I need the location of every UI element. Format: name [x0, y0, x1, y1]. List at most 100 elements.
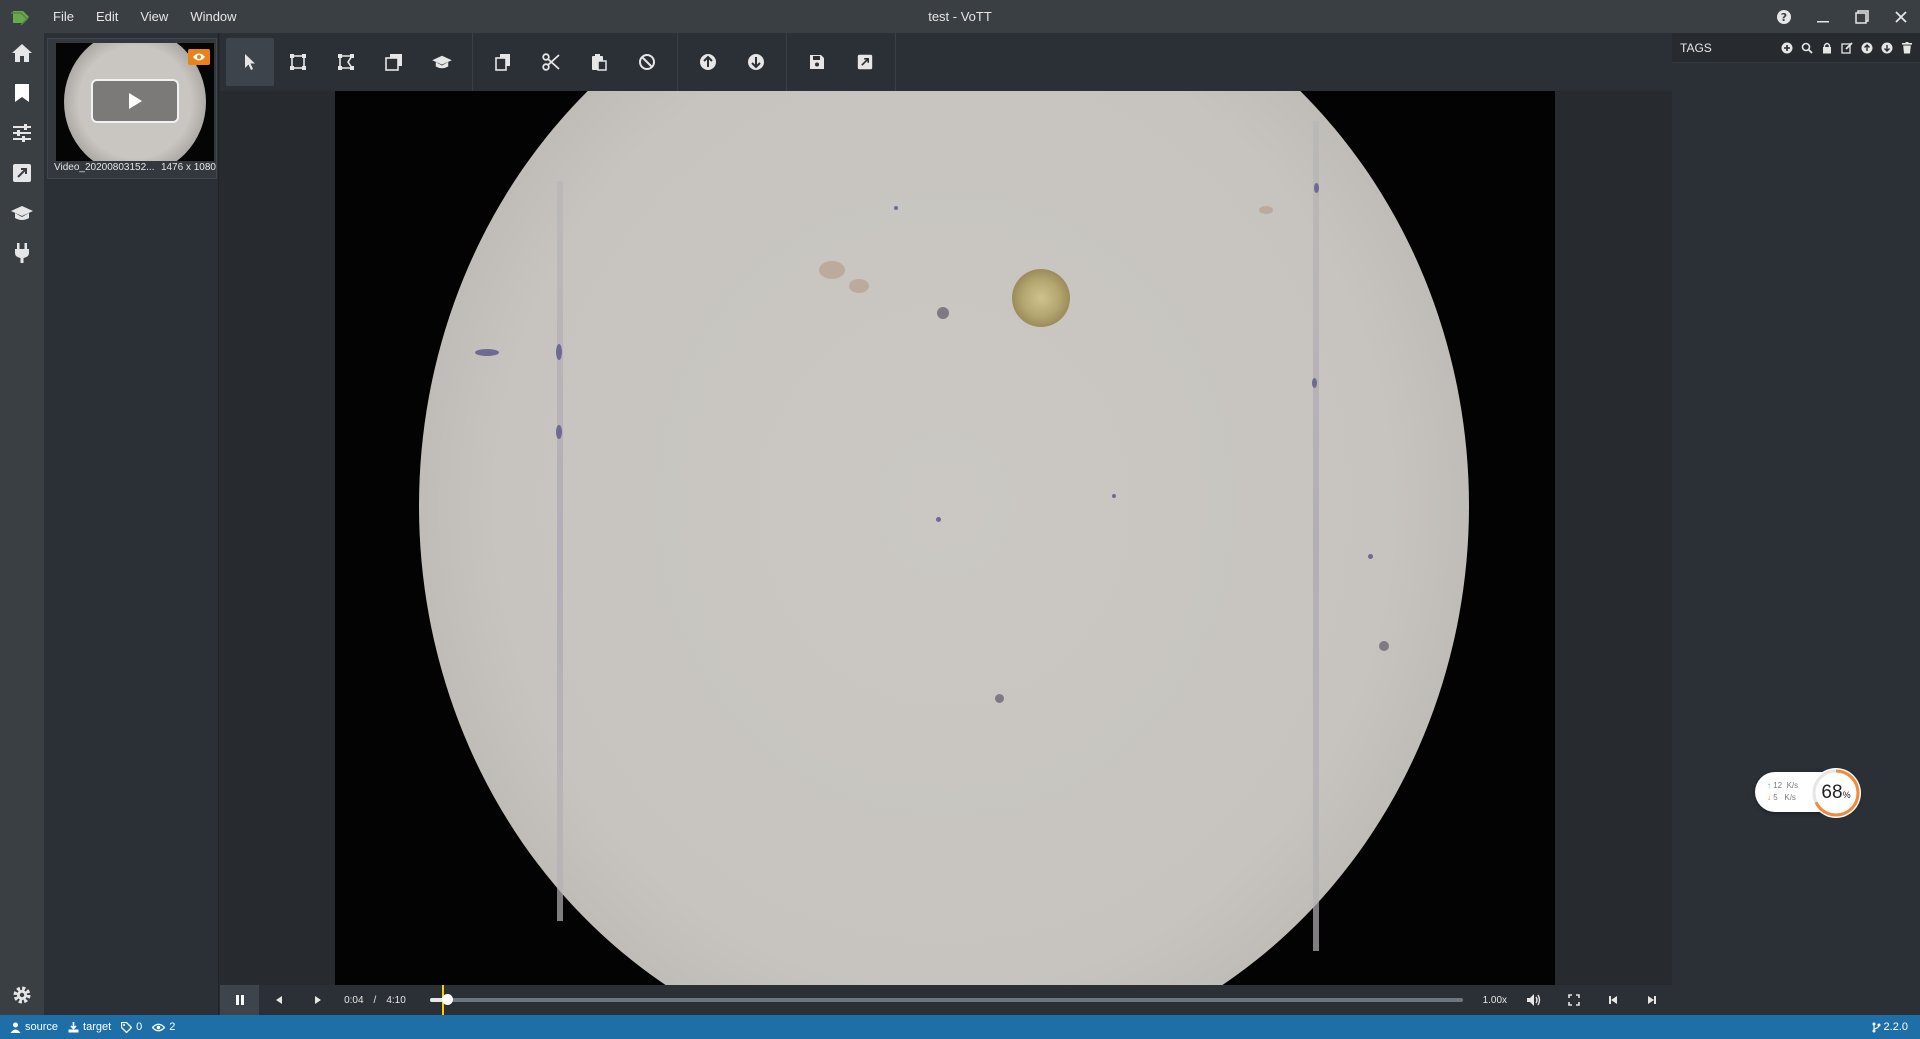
add-tag-icon[interactable]: [1780, 41, 1794, 55]
specimen-speck: [849, 279, 869, 293]
export-project-button[interactable]: [841, 38, 889, 86]
help-icon[interactable]: ?: [1764, 0, 1803, 33]
asset-panel: Video_20200803152... 1476 x 1080: [44, 33, 219, 1015]
close-button[interactable]: [1881, 0, 1920, 33]
export-icon[interactable]: [0, 153, 44, 193]
specimen-speck: [1368, 554, 1373, 559]
menu-window[interactable]: Window: [179, 0, 247, 33]
menu-edit[interactable]: Edit: [85, 0, 129, 33]
status-bar: source target 0 2 2.2.0: [0, 1015, 1920, 1039]
previous-frame-icon[interactable]: [1593, 985, 1632, 1015]
bookmark-icon[interactable]: [0, 73, 44, 113]
volume-icon[interactable]: [1515, 985, 1554, 1015]
seek-bar[interactable]: [429, 985, 1464, 1015]
asset-card[interactable]: Video_20200803152... 1476 x 1080: [47, 38, 217, 179]
download-rate: ↓ 5 K/s: [1767, 792, 1798, 804]
draw-polygon-button[interactable]: [322, 38, 370, 86]
active-learning-button[interactable]: [418, 38, 466, 86]
title-bar: File Edit View Window test - VoTT ?: [0, 0, 1920, 33]
visited-count: 2: [152, 1021, 175, 1033]
upload-value: 12: [1773, 781, 1783, 790]
previous-asset-button[interactable]: [684, 38, 732, 86]
cut-regions-button[interactable]: [527, 38, 575, 86]
specimen-speck: [1314, 183, 1319, 193]
save-project-button[interactable]: [793, 38, 841, 86]
slide-stripe: [557, 181, 563, 921]
search-tag-icon[interactable]: [1800, 41, 1814, 55]
tags-header: TAGS: [1672, 33, 1920, 63]
toolbar-group-navigate: [684, 33, 787, 91]
copy-regions-button[interactable]: [479, 38, 527, 86]
specimen-speck: [556, 425, 562, 439]
specimen-speck: [1312, 378, 1317, 388]
draw-rectangle-button[interactable]: [274, 38, 322, 86]
visited-count-value: 2: [169, 1021, 176, 1033]
lock-tag-icon[interactable]: [1820, 41, 1834, 55]
version-info: 2.2.0: [1872, 1015, 1908, 1039]
network-rates: ↑ 12 K/s ↓ 5 K/s: [1755, 780, 1798, 804]
next-frame-icon[interactable]: [1633, 985, 1672, 1015]
visited-eye-icon: [188, 49, 210, 65]
source-connection[interactable]: source: [10, 1021, 58, 1033]
tag-toolbar: [1780, 41, 1914, 55]
sliders-icon[interactable]: [0, 113, 44, 153]
specimen-speck: [894, 206, 898, 210]
playback-speed[interactable]: 1.00x: [1475, 995, 1514, 1006]
download-icon: [68, 1021, 79, 1032]
toolbar-group-file: [793, 33, 896, 91]
pause-button[interactable]: [220, 985, 260, 1015]
plug-icon[interactable]: [0, 233, 44, 273]
network-speed-widget[interactable]: ↑ 12 K/s ↓ 5 K/s 68%: [1755, 768, 1861, 818]
specimen-speck: [937, 307, 949, 319]
memory-usage-percent: 68%: [1821, 782, 1850, 804]
delete-tag-icon[interactable]: [1900, 41, 1914, 55]
duration: 4:10: [386, 994, 406, 1006]
left-nav: [0, 33, 44, 1015]
minimize-button[interactable]: [1803, 0, 1842, 33]
move-tag-up-icon[interactable]: [1860, 41, 1874, 55]
editor-canvas[interactable]: [220, 91, 1672, 985]
tag-count: 0: [121, 1021, 142, 1033]
asset-resolution: 1476 x 1080: [160, 162, 216, 173]
home-icon[interactable]: [0, 33, 44, 73]
download-arrow-icon: ↓: [1767, 793, 1771, 802]
settings-gear-icon[interactable]: [0, 975, 44, 1015]
fullscreen-icon[interactable]: [1554, 985, 1593, 1015]
copy-rectangle-button[interactable]: [370, 38, 418, 86]
move-tag-down-icon[interactable]: [1880, 41, 1894, 55]
source-label: source: [25, 1021, 59, 1033]
select-pointer-button[interactable]: [226, 38, 274, 86]
step-back-button[interactable]: [259, 985, 298, 1015]
graduation-cap-icon[interactable]: [0, 193, 44, 233]
play-icon[interactable]: [91, 79, 179, 123]
asset-thumbnail[interactable]: [56, 43, 214, 161]
specimen-speck: [1112, 494, 1116, 498]
edit-tag-icon[interactable]: [1840, 41, 1854, 55]
tags-panel: TAGS: [1672, 33, 1920, 1015]
paste-regions-button[interactable]: [575, 38, 623, 86]
seek-handle[interactable]: [441, 994, 453, 1005]
maximize-button[interactable]: [1842, 0, 1881, 33]
percent-value: 68: [1821, 782, 1843, 803]
window-title: test - VoTT: [928, 9, 992, 24]
seek-track: [429, 998, 1464, 1002]
specimen-speck: [475, 349, 499, 356]
current-time: 0:04: [344, 994, 364, 1006]
menu-view[interactable]: View: [129, 0, 179, 33]
slide-stripe: [1313, 121, 1319, 951]
step-forward-button[interactable]: [299, 985, 338, 1015]
tag-icon: [121, 1021, 133, 1033]
version-label: 2.2.0: [1883, 1021, 1908, 1033]
specimen-speck: [819, 261, 845, 279]
window-controls: ?: [1764, 0, 1920, 33]
toolbar-group-clipboard: [479, 33, 678, 91]
specimen-speck: [936, 517, 941, 522]
next-asset-button[interactable]: [732, 38, 780, 86]
remove-all-regions-button[interactable]: [623, 38, 671, 86]
target-connection[interactable]: target: [68, 1021, 111, 1033]
tags-title: TAGS: [1680, 40, 1712, 55]
menu-file[interactable]: File: [42, 0, 85, 33]
asset-label: Video_20200803152... 1476 x 1080: [54, 162, 216, 173]
specimen-speck: [995, 694, 1004, 703]
video-frame[interactable]: [335, 91, 1555, 985]
